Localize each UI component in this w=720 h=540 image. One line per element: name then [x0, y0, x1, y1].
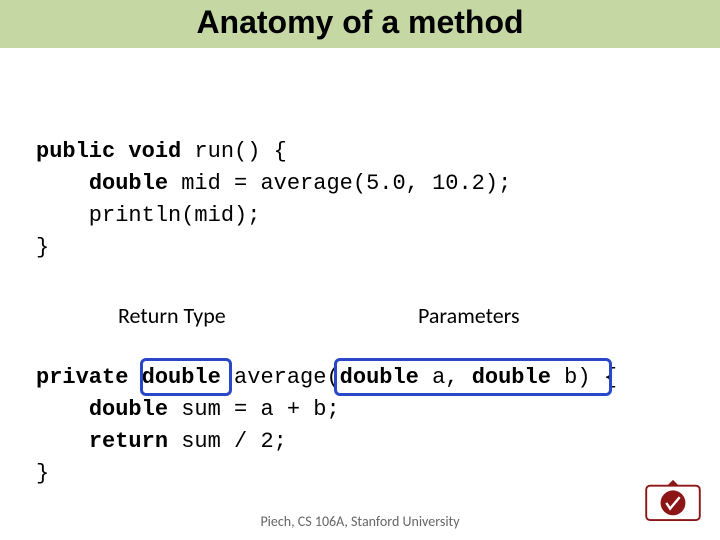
keyword: public — [36, 139, 115, 164]
slide-footer: Piech, CS 106A, Stanford University — [0, 513, 720, 530]
label-return-type: Return Type — [118, 302, 226, 329]
highlight-box-return-type — [140, 358, 232, 396]
keyword: double — [89, 171, 168, 196]
keyword: return — [89, 429, 168, 454]
keyword: double — [89, 397, 168, 422]
stanford-logo-icon — [644, 478, 702, 522]
keyword: private — [36, 365, 128, 390]
highlight-box-parameters — [334, 358, 612, 396]
slide-title: Anatomy of a method — [0, 4, 720, 41]
label-parameters: Parameters — [418, 302, 520, 329]
code-block-run: public void run() { double mid = average… — [36, 136, 511, 264]
keyword: void — [128, 139, 181, 164]
